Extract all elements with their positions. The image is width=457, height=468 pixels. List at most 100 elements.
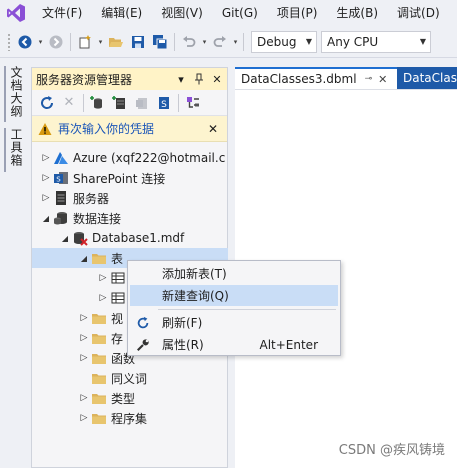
server-icon bbox=[52, 190, 70, 206]
menu-item-add-new-table[interactable]: 添加新表(T) bbox=[130, 263, 338, 284]
menu-item-properties[interactable]: 属性(R) Alt+Enter bbox=[130, 334, 338, 355]
side-tab-indicator bbox=[4, 128, 6, 172]
expand-arrow-icon[interactable]: ▷ bbox=[78, 308, 90, 328]
tree-node[interactable]: ◢ 数据连接 bbox=[32, 208, 228, 228]
tree-node-label: SharePoint 连接 bbox=[73, 171, 166, 186]
pin-icon[interactable] bbox=[191, 71, 207, 87]
folder-icon bbox=[90, 310, 108, 326]
table-icon bbox=[109, 290, 127, 306]
credentials-notice-bar: 再次输入你的凭据 ✕ bbox=[32, 116, 227, 142]
tree-node[interactable]: ▷ 程序集 bbox=[32, 408, 228, 428]
side-tab-document-outline[interactable]: 文档大纲 bbox=[8, 66, 25, 118]
window-position-dropdown-icon[interactable]: ▾ bbox=[173, 71, 189, 87]
menu-item-new-query[interactable]: 新建查询(Q) bbox=[130, 285, 338, 306]
pin-tab-icon[interactable]: ⊸ bbox=[365, 74, 373, 84]
menu-debug[interactable]: 调试(D) bbox=[387, 0, 449, 26]
tab-dataclass[interactable]: DataClass bbox=[397, 67, 457, 89]
new-project-dropdown-icon[interactable]: ▾ bbox=[96, 31, 105, 53]
expand-arrow-icon[interactable]: ▷ bbox=[40, 168, 52, 188]
expand-arrow-icon[interactable]: ▷ bbox=[78, 348, 90, 368]
tree-node[interactable]: ▷ S SharePoint 连接 bbox=[32, 168, 228, 188]
collapse-arrow-icon[interactable]: ◢ bbox=[59, 228, 71, 248]
toolbar-grip[interactable] bbox=[7, 32, 11, 51]
open-file-icon[interactable] bbox=[105, 31, 127, 53]
chevron-down-icon: ▼ bbox=[419, 37, 426, 46]
expand-arrow-icon[interactable]: ▷ bbox=[40, 188, 52, 208]
tab-dataclasses3[interactable]: DataClasses3.dbml ⊸ ✕ bbox=[235, 67, 397, 89]
menu-view[interactable]: 视图(V) bbox=[151, 0, 212, 26]
tree-node[interactable]: ▷ 服务器 bbox=[32, 188, 228, 208]
table-icon bbox=[109, 270, 127, 286]
solution-platform-select[interactable]: Any CPU ▼ bbox=[321, 30, 431, 53]
navigate-back-dropdown-icon[interactable]: ▾ bbox=[36, 31, 45, 53]
visual-studio-logo-icon[interactable] bbox=[0, 0, 32, 26]
filter-icon[interactable] bbox=[182, 92, 204, 114]
stop-refresh-icon[interactable]: ✕ bbox=[58, 92, 80, 114]
undo-icon[interactable] bbox=[178, 31, 200, 53]
tree-node-label: 同义词 bbox=[111, 371, 148, 386]
undo-dropdown-icon[interactable]: ▾ bbox=[200, 31, 209, 53]
collapse-arrow-icon[interactable]: ◢ bbox=[40, 208, 52, 228]
tree-node-label: 类型 bbox=[111, 391, 136, 406]
folder-icon bbox=[90, 330, 108, 346]
expand-arrow-icon[interactable]: ▷ bbox=[97, 288, 109, 308]
expand-arrow-icon[interactable]: ▷ bbox=[78, 408, 90, 428]
close-notice-icon[interactable]: ✕ bbox=[205, 121, 221, 137]
connect-to-database-icon[interactable] bbox=[87, 92, 109, 114]
redo-icon[interactable] bbox=[209, 31, 231, 53]
solution-configuration-select[interactable]: Debug ▼ bbox=[251, 30, 317, 53]
menu-git[interactable]: Git(G) bbox=[212, 0, 267, 26]
reenter-credentials-link[interactable]: 再次输入你的凭据 bbox=[58, 120, 205, 137]
tree-node-label: 服务器 bbox=[73, 191, 110, 206]
menu-edit[interactable]: 编辑(E) bbox=[91, 0, 151, 26]
save-icon[interactable] bbox=[127, 31, 149, 53]
server-explorer-toolbar: ✕ S bbox=[32, 90, 227, 116]
menu-file[interactable]: 文件(F) bbox=[32, 0, 91, 26]
database-error-icon bbox=[71, 230, 89, 246]
tree-node[interactable]: ▷ Azure (xqf222@hotmail.c bbox=[32, 148, 228, 168]
context-menu: 添加新表(T) 新建查询(Q) 刷新(F) 属性(R) Alt+Enter bbox=[127, 260, 341, 356]
folder-icon bbox=[90, 350, 108, 366]
navigate-forward-icon[interactable] bbox=[45, 31, 67, 53]
toolbar-separator bbox=[174, 32, 175, 51]
panel-header: 服务器资源管理器 ▾ ✕ bbox=[32, 68, 227, 90]
folder-icon bbox=[90, 250, 108, 266]
menu-item-label: 添加新表(T) bbox=[162, 267, 227, 281]
tree-node-label: 数据连接 bbox=[73, 211, 122, 226]
solution-configuration-value: Debug bbox=[257, 34, 297, 49]
standard-toolbar: ▾ ▾ ▾ ▾ Debug ▼ Any CPU ▼ bbox=[0, 26, 457, 58]
tree-node-label: Database1.mdf bbox=[92, 231, 185, 245]
tab-dataclass-label: DataClass bbox=[403, 71, 457, 85]
no-expander bbox=[78, 368, 90, 388]
menu-build[interactable]: 生成(B) bbox=[326, 0, 387, 26]
side-tab-indicator bbox=[4, 66, 6, 122]
close-icon[interactable]: ✕ bbox=[209, 71, 225, 87]
azure-icon bbox=[52, 150, 70, 166]
folder-icon bbox=[90, 410, 108, 426]
menu-project[interactable]: 项目(P) bbox=[267, 0, 327, 26]
save-all-icon[interactable] bbox=[149, 31, 171, 53]
expand-arrow-icon[interactable]: ▷ bbox=[78, 388, 90, 408]
sharepoint-s-icon[interactable]: S bbox=[153, 92, 175, 114]
new-project-icon[interactable] bbox=[74, 31, 96, 53]
menu-item-label: 刷新(F) bbox=[162, 316, 203, 330]
collapse-arrow-icon[interactable]: ◢ bbox=[78, 248, 90, 268]
expand-arrow-icon[interactable]: ▷ bbox=[78, 328, 90, 348]
navigate-back-icon[interactable] bbox=[14, 31, 36, 53]
redo-dropdown-icon[interactable]: ▾ bbox=[231, 31, 240, 53]
close-tab-icon[interactable]: ✕ bbox=[378, 73, 387, 86]
tree-node[interactable]: ▷ 类型 bbox=[32, 388, 228, 408]
expand-arrow-icon[interactable]: ▷ bbox=[40, 148, 52, 168]
connect-to-sharepoint-icon[interactable] bbox=[131, 92, 153, 114]
expand-arrow-icon[interactable]: ▷ bbox=[97, 268, 109, 288]
tree-node[interactable]: 同义词 bbox=[32, 368, 228, 388]
tree-node-label: 视 bbox=[111, 311, 124, 326]
refresh-icon[interactable] bbox=[36, 92, 58, 114]
menu-item-label: 新建查询(Q) bbox=[162, 289, 229, 303]
side-tab-toolbox[interactable]: 工具箱 bbox=[8, 128, 25, 167]
tree-node[interactable]: ◢ Database1.mdf bbox=[32, 228, 228, 248]
svg-text:S: S bbox=[161, 100, 167, 110]
folder-icon bbox=[90, 390, 108, 406]
menu-item-refresh[interactable]: 刷新(F) bbox=[130, 312, 338, 333]
connect-to-server-icon[interactable] bbox=[109, 92, 131, 114]
